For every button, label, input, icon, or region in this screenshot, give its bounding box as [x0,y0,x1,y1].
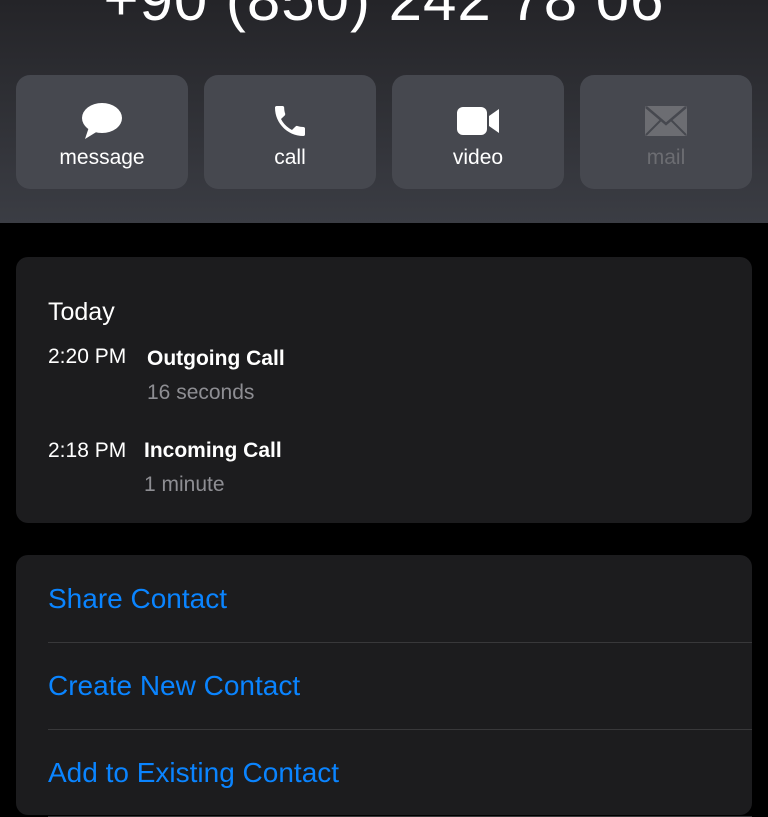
mail-label: mail [646,146,686,169]
call-duration: 16 seconds [147,381,255,404]
message-button[interactable]: message [16,75,188,189]
call-type: Incoming Call [144,439,282,462]
share-contact-button[interactable]: Share Contact [48,555,752,643]
phone-number: +90 (850) 242 78 06 [0,0,768,30]
history-day-label: Today [48,298,115,326]
mail-icon [580,101,752,141]
contact-header: +90 (850) 242 78 06 message call [0,0,768,223]
create-new-contact-button[interactable]: Create New Contact [48,642,752,730]
mail-button[interactable]: mail [580,75,752,189]
call-history-card: Today 2:20 PM Outgoing Call 16 seconds 2… [16,257,752,523]
call-button[interactable]: call [204,75,376,189]
message-label: message [59,146,145,169]
message-icon [16,101,188,141]
video-label: video [452,146,504,169]
quick-actions: message call video mail [16,75,752,189]
phone-icon [204,101,376,141]
call-label: call [274,146,306,169]
call-time: 2:20 PM [48,345,127,368]
add-to-existing-contact-button[interactable]: Add to Existing Contact [48,729,752,817]
call-duration: 1 minute [144,473,225,496]
video-button[interactable]: video [392,75,564,189]
call-type: Outgoing Call [147,347,285,370]
call-time: 2:18 PM [48,439,127,462]
contact-options-card: Share Contact Create New Contact Add to … [16,555,752,817]
video-camera-icon [392,101,564,141]
